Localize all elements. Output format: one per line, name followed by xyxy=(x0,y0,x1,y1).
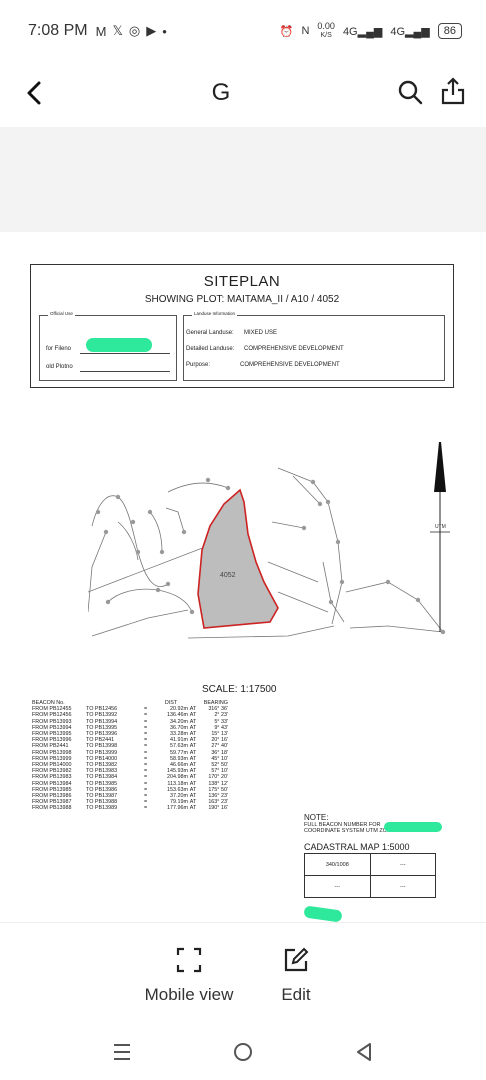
for-fileno-label: for Fileno xyxy=(46,346,72,352)
detailed-landuse-label: Detailed Landuse: xyxy=(186,346,235,352)
beacon-bearing: 190° 16' xyxy=(208,805,228,812)
plot-boundary xyxy=(197,488,279,629)
mobile-view-button[interactable]: Mobile view xyxy=(129,947,249,1005)
beacon-table: BEACON No. DIST BEARING FROM PB12455 TO P… xyxy=(32,700,228,812)
dot-icon: • xyxy=(162,23,167,39)
official-use-legend: Official Use xyxy=(48,311,75,316)
siteplan-title: SITEPLAN xyxy=(203,273,281,290)
north-arrow: UTM xyxy=(430,442,450,632)
status-time: 7:08 PM xyxy=(28,22,88,39)
preview-header-area xyxy=(0,127,486,232)
status-bar: 7:08 PM M 𝕏 ◎ ▶ • ⏰ N 0.00 K/S 4G▂▄▆ 4G▂… xyxy=(0,0,486,62)
expand-frame-icon xyxy=(176,947,202,973)
siteplan-subtitle: SHOWING PLOT: MAITAMA_II / A10 / 4052 xyxy=(144,294,340,305)
purpose-value: COMPREHENSIVE DEVELOPMENT xyxy=(240,362,340,368)
beacon-row: FROM PB13988 TO PB13989 = 177.96m AT 190° 16' xyxy=(32,805,228,811)
highlighter-mark xyxy=(303,905,343,923)
general-landuse-value: MIXED USE xyxy=(244,330,278,336)
plotno-line xyxy=(80,371,170,372)
highlighter-mark xyxy=(86,338,152,352)
triangle-back-icon[interactable] xyxy=(352,1040,376,1064)
edit-label: Edit xyxy=(281,985,311,1004)
battery-icon: 86 xyxy=(437,23,462,39)
alarm-icon: ⏰ xyxy=(279,25,294,38)
beacon-at: AT xyxy=(189,805,197,812)
purpose-label: Purpose: xyxy=(186,362,211,368)
landuse-info-box: Landuse Information General Landuse: MIX… xyxy=(183,311,445,381)
notification-icons: M 𝕏 ◎ ▶ • xyxy=(96,23,167,39)
beacon-equals: = xyxy=(144,805,148,812)
siteplan-map: 4052 UTM xyxy=(88,442,450,639)
cadastral-cell: --- xyxy=(304,875,371,898)
document-page: SITEPLAN SHOWING PLOT: MAITAMA_II / A10 … xyxy=(0,232,486,923)
edit-pencil-icon xyxy=(284,947,309,972)
bottom-toolbar: Mobile view Edit xyxy=(0,922,486,1022)
x-icon: 𝕏 xyxy=(112,23,123,38)
general-landuse-label: General Landuse: xyxy=(186,330,234,336)
note-title: NOTE: xyxy=(304,813,329,822)
instagram-icon: ◎ xyxy=(128,23,141,38)
beacon-from: FROM PB13988 xyxy=(32,805,72,812)
beacon-to: TO PB13989 xyxy=(86,805,118,812)
status-right: ⏰ N 0.00 K/S 4G▂▄▆ 4G▂▄▆ 86 xyxy=(280,22,462,40)
signal-icon: 4G▂▄▆ xyxy=(390,25,430,38)
mobile-view-label: Mobile view xyxy=(144,985,234,1004)
siteplan-header-box: SITEPLAN SHOWING PLOT: MAITAMA_II / A10 … xyxy=(30,264,454,388)
detailed-landuse-value: COMPREHENSIVE DEVELOPMENT xyxy=(244,346,344,352)
utm-label: UTM xyxy=(435,524,446,530)
nfc-icon: N xyxy=(301,25,310,37)
app-bar: G xyxy=(0,62,486,124)
fileno-line xyxy=(80,353,170,354)
youtube-icon: ▶ xyxy=(146,23,157,38)
edit-button[interactable]: Edit xyxy=(236,947,356,1005)
page-title: G xyxy=(211,79,231,106)
plot-number-label: 4052 xyxy=(220,572,236,579)
net-speed: 0.00 K/S xyxy=(317,21,335,40)
circle-home-icon[interactable] xyxy=(231,1040,255,1064)
old-plotno-label: old Plotno xyxy=(46,364,73,370)
cadastral-table: 340/1008 --- --- --- xyxy=(304,853,437,898)
share-icon[interactable] xyxy=(440,76,466,106)
mail-icon: M xyxy=(95,23,107,39)
beacon-dist: 177.96m xyxy=(167,805,188,812)
menu-lines-icon[interactable] xyxy=(110,1040,134,1064)
highlighter-mark xyxy=(384,822,442,832)
cadastral-cell: 340/1008 xyxy=(304,853,371,876)
scale-label: SCALE: 1:17500 xyxy=(202,684,277,695)
cadastral-cell: --- xyxy=(369,875,437,898)
search-icon[interactable] xyxy=(396,78,424,106)
system-nav-bar xyxy=(0,1022,486,1080)
cadastral-title: CADASTRAL MAP 1:5000 xyxy=(304,842,410,852)
landuse-legend: Landuse Information xyxy=(192,311,238,316)
signal-icon: 4G▂▄▆ xyxy=(342,25,383,38)
cadastral-cell: --- xyxy=(369,853,437,876)
